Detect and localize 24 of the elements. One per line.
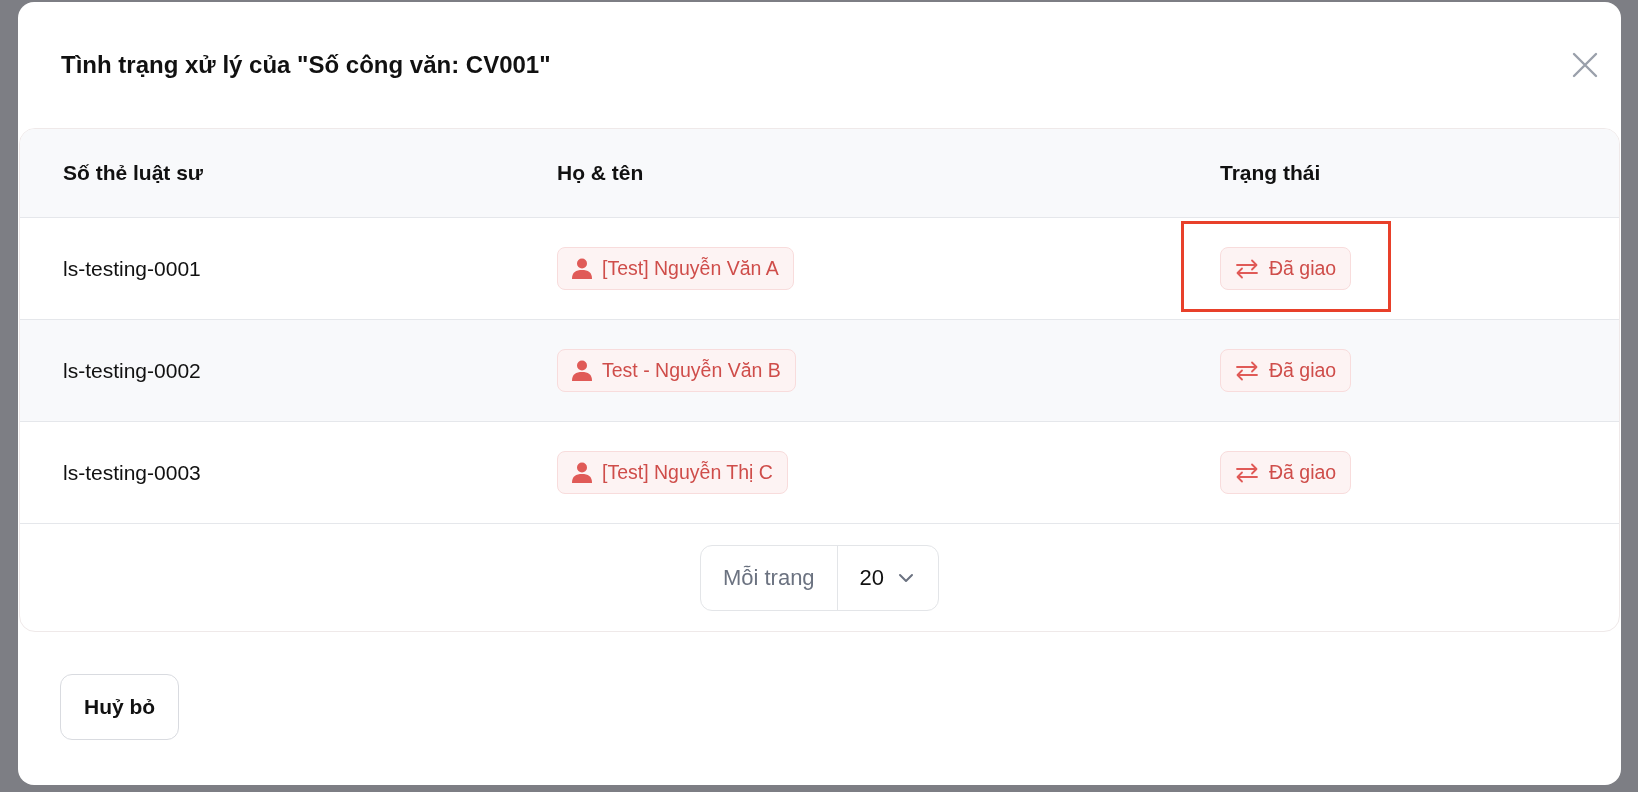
person-icon <box>572 258 592 279</box>
person-icon <box>572 462 592 483</box>
column-header: Số thẻ luật sư <box>63 161 205 185</box>
table-cell-text: ls-testing-0003 <box>63 460 202 485</box>
status-tag: Đã giao <box>1220 247 1352 290</box>
dialog-title: Tình trạng xử lý của "Số công văn: CV001" <box>61 51 551 79</box>
page-size-select[interactable]: 20 <box>837 546 939 610</box>
cancel-button[interactable]: Huỷ bỏ <box>60 674 180 740</box>
table-cell-text: ls-testing-0001 <box>63 256 202 281</box>
page-size-label: Mỗi trang <box>700 546 838 610</box>
person-tag: Test - Nguyễn Văn B <box>557 349 796 392</box>
column-header: Họ & tên <box>557 161 645 185</box>
table-cell-text: ls-testing-0002 <box>63 358 202 383</box>
column-header: Trạng thái <box>1220 161 1322 185</box>
close-icon <box>1571 51 1599 79</box>
person-tag: [Test] Nguyễn Thị C <box>557 451 788 494</box>
chevron-down-icon <box>898 573 915 583</box>
person-tag: [Test] Nguyễn Văn A <box>557 247 794 290</box>
swap-arrows-icon <box>1235 258 1259 279</box>
swap-arrows-icon <box>1235 360 1259 381</box>
status-tag: Đã giao <box>1220 349 1352 392</box>
status-tag: Đã giao <box>1220 451 1352 494</box>
swap-arrows-icon <box>1235 462 1259 483</box>
person-icon <box>572 360 592 381</box>
